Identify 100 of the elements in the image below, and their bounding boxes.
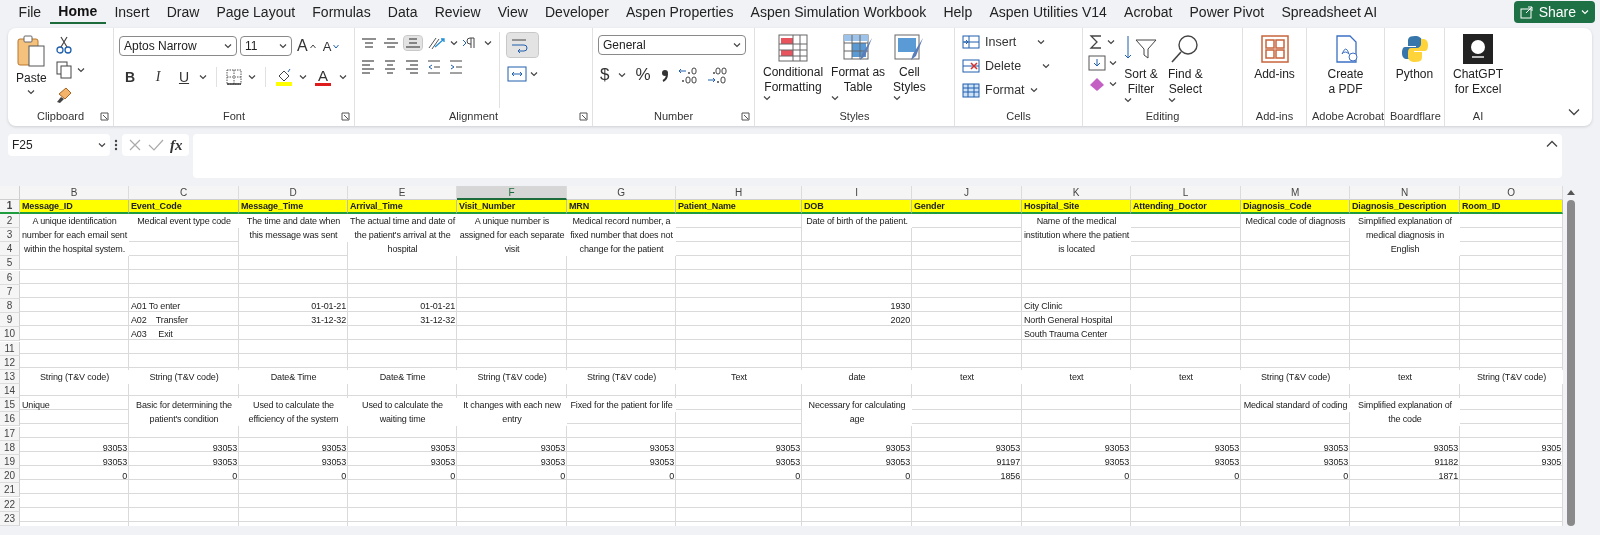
ribbon-tab[interactable]: Home <box>49 0 106 24</box>
worksheet-grid[interactable] <box>0 186 1563 526</box>
column-header[interactable]: K <box>1022 186 1131 200</box>
comma-style-icon[interactable] <box>659 67 670 83</box>
row-number[interactable]: 9 <box>0 313 20 328</box>
delete-cells-button[interactable]: Delete <box>960 56 1053 76</box>
caret-icon[interactable] <box>299 74 307 80</box>
caret-icon[interactable] <box>98 142 106 148</box>
increase-indent-icon[interactable] <box>448 59 464 75</box>
vertical-align-button[interactable] <box>404 36 422 50</box>
add-ins-button[interactable]: Add-ins <box>1248 32 1301 84</box>
sum-icon[interactable] <box>1088 34 1104 50</box>
find-select-button[interactable]: Find & Select <box>1165 32 1206 105</box>
dialog-launcher-icon[interactable] <box>341 112 350 121</box>
insert-function-button[interactable]: fx <box>170 136 183 154</box>
column-header[interactable]: B <box>20 186 129 200</box>
caret-icon[interactable] <box>1109 81 1117 87</box>
merge-cells-icon[interactable] <box>507 65 527 83</box>
ribbon-tab[interactable]: Formulas <box>303 0 380 24</box>
format-as-table-button[interactable]: Format as Table <box>828 32 889 103</box>
eraser-icon[interactable] <box>1088 76 1106 92</box>
column-header[interactable]: L <box>1131 186 1241 200</box>
row-number[interactable]: 1 <box>0 200 20 215</box>
decrease-indent-icon[interactable] <box>426 59 442 75</box>
caret-icon[interactable] <box>450 40 458 46</box>
dialog-launcher-icon[interactable] <box>579 112 588 121</box>
share-button[interactable]: Share <box>1513 1 1595 23</box>
ribbon-tab[interactable]: Aspen Utilities V14 <box>980 0 1116 24</box>
row-number[interactable]: 22 <box>0 497 20 512</box>
sort-filter-button[interactable]: Sort & Filter <box>1121 32 1161 105</box>
column-header[interactable]: J <box>912 186 1022 200</box>
increase-decimal-icon[interactable] <box>676 66 699 84</box>
dialog-launcher-icon[interactable] <box>100 112 109 121</box>
row-number[interactable]: 10 <box>0 327 20 342</box>
enter-check-icon[interactable] <box>148 138 164 152</box>
column-header[interactable]: G <box>567 186 676 200</box>
row-number[interactable]: 20 <box>0 469 20 484</box>
caret-icon[interactable] <box>618 72 627 78</box>
italic-button[interactable]: I <box>147 67 169 87</box>
shrink-font-button[interactable]: A <box>320 36 342 56</box>
collapse-ribbon-icon[interactable] <box>1568 108 1580 116</box>
column-header[interactable]: M <box>1241 186 1350 200</box>
underline-button[interactable]: U <box>175 67 193 87</box>
ribbon-tab[interactable]: Aspen Properties <box>617 0 742 24</box>
ribbon-tab[interactable]: Developer <box>536 0 618 24</box>
name-box[interactable]: F25 <box>8 134 110 156</box>
caret-icon[interactable] <box>279 43 287 49</box>
caret-icon[interactable] <box>530 71 538 77</box>
ribbon-tab[interactable]: Page Layout <box>207 0 304 24</box>
borders-icon[interactable] <box>226 69 242 85</box>
decrease-decimal-icon[interactable] <box>705 66 728 84</box>
caret-icon[interactable] <box>27 89 36 95</box>
orientation-icon[interactable] <box>426 35 446 51</box>
caret-icon[interactable] <box>733 42 741 48</box>
row-number[interactable]: 11 <box>0 341 20 356</box>
align-left-icon[interactable] <box>360 59 376 75</box>
vertical-align-button[interactable] <box>382 36 400 50</box>
dialog-launcher-icon[interactable] <box>741 112 750 121</box>
ribbon-tab[interactable]: Power Pivot <box>1180 0 1273 24</box>
row-number[interactable]: 14 <box>0 384 20 399</box>
column-header[interactable]: I <box>802 186 912 200</box>
column-header[interactable]: C <box>129 186 239 200</box>
ribbon-tab[interactable]: Data <box>379 0 427 24</box>
caret-icon[interactable] <box>1109 60 1117 66</box>
column-header[interactable]: E <box>348 186 457 200</box>
chatgpt-button[interactable]: ChatGPT for Excel <box>1450 32 1506 99</box>
row-number[interactable]: 5 <box>0 256 20 271</box>
ribbon-tab[interactable]: Help <box>934 0 981 24</box>
ribbon-tab[interactable]: Acrobat <box>1115 0 1181 24</box>
ribbon-tab[interactable]: Spreadsheet AI <box>1272 0 1386 24</box>
paste-button[interactable]: Paste <box>13 32 50 97</box>
caret-icon[interactable] <box>1107 39 1115 45</box>
number-format-field[interactable]: General <box>598 35 746 55</box>
row-number[interactable]: 2 <box>0 214 20 229</box>
create-pdf-button[interactable]: Create a PDF <box>1312 32 1379 99</box>
column-header[interactable]: D <box>239 186 348 200</box>
column-header[interactable]: O <box>1460 186 1563 200</box>
currency-button[interactable]: $ <box>598 63 612 87</box>
font-name-field[interactable]: Aptos Narrow <box>119 36 237 56</box>
column-header[interactable]: N <box>1350 186 1460 200</box>
caret-icon[interactable] <box>339 74 347 80</box>
percent-button[interactable]: % <box>633 63 653 87</box>
fill-color-icon[interactable] <box>275 68 293 86</box>
column-header[interactable]: F <box>457 186 567 200</box>
grow-font-button[interactable]: A <box>295 35 318 57</box>
vertical-align-button[interactable] <box>360 36 378 50</box>
cell-styles-button[interactable]: Cell Styles <box>890 32 929 103</box>
format-cells-button[interactable]: Format <box>960 80 1053 100</box>
conditional-formatting-button[interactable]: Conditional Formatting <box>760 32 827 103</box>
formula-input[interactable] <box>192 134 1562 178</box>
caret-icon[interactable] <box>248 74 256 80</box>
ribbon-tab[interactable]: Insert <box>105 0 159 24</box>
align-center-icon[interactable] <box>382 59 398 75</box>
row-number[interactable]: 15 <box>0 398 20 413</box>
caret-icon[interactable] <box>76 67 85 73</box>
row-number[interactable]: 4 <box>0 242 20 257</box>
fill-down-icon[interactable] <box>1088 55 1106 71</box>
ribbon-tab[interactable]: Aspen Simulation Workbook <box>742 0 935 24</box>
column-header[interactable]: H <box>676 186 802 200</box>
expand-icon[interactable] <box>1546 140 1558 148</box>
